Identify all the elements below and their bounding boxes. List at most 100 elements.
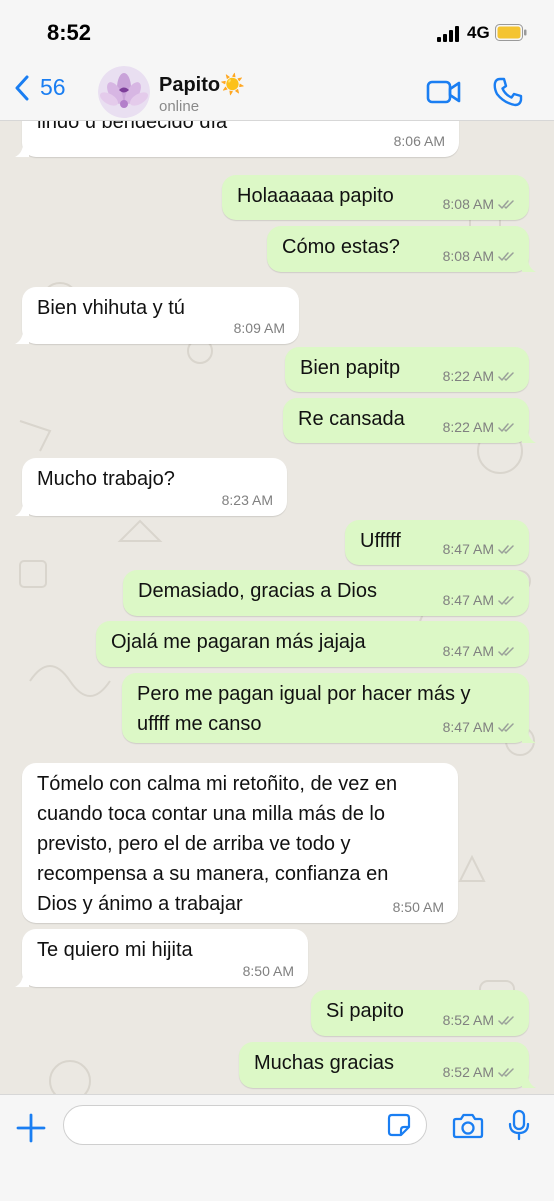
- avatar[interactable]: [98, 66, 150, 118]
- message-text: Bien papitp: [300, 357, 401, 379]
- double-check-icon: [498, 722, 514, 732]
- bubble-tail: [15, 973, 29, 987]
- contact-name[interactable]: Papito☀️: [159, 72, 245, 97]
- message-meta: 8:47 AM: [443, 541, 517, 557]
- message-meta: 8:47 AM: [443, 592, 517, 608]
- message-time: 8:08 AM: [442, 196, 494, 212]
- bubble-tail: [522, 1074, 536, 1088]
- message-meta: 8:52 AM: [443, 1012, 517, 1028]
- double-check-icon: [498, 595, 514, 605]
- message-time: 8:52 AM: [442, 1064, 494, 1080]
- bubble-tail: [15, 502, 29, 516]
- message-text: Ufffff: [360, 530, 401, 552]
- message-list[interactable]: lindo u bendecido día 8:06 AM Holaaaaaa pa…: [0, 121, 554, 1094]
- message-meta: 8:22 AM: [443, 419, 517, 435]
- outgoing-message[interactable]: Bien papitp 8:22 AM: [285, 347, 529, 392]
- message-time: 8:50 AM: [242, 963, 294, 979]
- message-meta: 8:50 AM: [393, 899, 444, 915]
- outgoing-message[interactable]: Muchas gracias 8:52 AM: [239, 1042, 536, 1088]
- message-input[interactable]: [63, 1105, 427, 1145]
- outgoing-message[interactable]: Si papito 8:52 AM: [311, 990, 529, 1036]
- message-text: Re cansada: [298, 408, 405, 430]
- camera-icon[interactable]: [452, 1113, 484, 1139]
- message-text: Si papito: [326, 1000, 404, 1022]
- chevron-left-icon: [15, 75, 29, 100]
- sticker-icon[interactable]: [387, 1113, 411, 1137]
- message-text: Bien vhihuta y tú: [37, 297, 185, 319]
- bubble-tail: [522, 258, 536, 272]
- message-time: 8:47 AM: [442, 643, 494, 659]
- bubble-tail: [15, 330, 29, 344]
- unread-count: 56: [40, 74, 66, 100]
- message-text: Tómelo con calma mi retoñito, de vez en …: [37, 773, 398, 915]
- message-text: Demasiado, gracias a Dios: [138, 580, 377, 602]
- incoming-message[interactable]: lindo u bendecido día 8:06 AM: [15, 121, 459, 157]
- message-text: Ojalá me pagaran más jajaja: [111, 631, 366, 653]
- double-check-icon: [498, 422, 514, 432]
- sun-emoji: ☀️: [220, 74, 246, 96]
- message-time: 8:52 AM: [442, 1012, 494, 1028]
- message-time: 8:50 AM: [392, 899, 444, 915]
- message-time: 8:23 AM: [221, 492, 273, 508]
- composer: [0, 1094, 554, 1201]
- double-check-icon: [498, 251, 514, 261]
- message-text: lindo u bendecido día: [37, 121, 228, 133]
- message-text: Muchas gracias: [254, 1052, 395, 1074]
- incoming-message[interactable]: Te quiero mi hijita 8:50 AM: [15, 929, 308, 987]
- message-time: 8:47 AM: [442, 541, 494, 557]
- message-text: Pero me pagan igual por hacer más y ufff…: [137, 683, 471, 735]
- message-meta: 8:47 AM: [443, 643, 517, 659]
- double-check-icon: [498, 1067, 514, 1077]
- outgoing-message[interactable]: Pero me pagan igual por hacer más y ufff…: [122, 673, 536, 743]
- plus-icon[interactable]: [14, 1111, 48, 1145]
- network-type: 4G: [467, 23, 490, 42]
- incoming-message[interactable]: Tómelo con calma mi retoñito, de vez en …: [22, 763, 458, 923]
- double-check-icon: [498, 646, 514, 656]
- message-time: 8:47 AM: [442, 592, 494, 608]
- incoming-message[interactable]: Mucho trabajo? 8:23 AM: [15, 458, 287, 516]
- outgoing-message[interactable]: Holaaaaaa papito 8:08 AM: [222, 175, 529, 220]
- outgoing-message[interactable]: Demasiado, gracias a Dios 8:47 AM: [123, 570, 529, 616]
- message-meta: 8:08 AM: [443, 196, 517, 212]
- message-meta: 8:09 AM: [234, 320, 285, 336]
- battery-icon: [495, 24, 527, 41]
- message-text: Mucho trabajo?: [37, 468, 175, 490]
- message-meta: 8:06 AM: [394, 133, 445, 149]
- message-time: 8:22 AM: [442, 368, 494, 384]
- contact-status: online: [159, 98, 200, 115]
- message-time: 8:08 AM: [442, 248, 494, 264]
- status-time: 8:52: [47, 20, 92, 45]
- message-meta: 8:52 AM: [443, 1064, 517, 1080]
- message-time: 8:09 AM: [233, 320, 285, 336]
- contact-name-text: Papito: [159, 74, 221, 96]
- message-text: Te quiero mi hijita: [37, 939, 193, 961]
- double-check-icon: [498, 199, 514, 209]
- status-bar: 8:52 4G: [0, 0, 554, 66]
- message-time: 8:47 AM: [442, 719, 494, 735]
- message-meta: 8:08 AM: [443, 248, 517, 264]
- bubble-tail: [15, 143, 29, 157]
- back-button[interactable]: 56: [14, 74, 66, 101]
- microphone-icon[interactable]: [508, 1109, 530, 1141]
- outgoing-message[interactable]: Re cansada 8:22 AM: [283, 398, 536, 443]
- incoming-message[interactable]: Bien vhihuta y tú 8:09 AM: [15, 287, 299, 344]
- message-meta: 8:47 AM: [443, 719, 517, 735]
- double-check-icon: [498, 1015, 514, 1025]
- message-time: 8:06 AM: [393, 133, 445, 149]
- chat-header: 56 Papito☀️ online: [0, 66, 554, 121]
- message-text: Holaaaaaa papito: [237, 185, 394, 207]
- message-meta: 8:50 AM: [243, 963, 294, 979]
- double-check-icon: [498, 371, 514, 381]
- message-text: Cómo estas?: [282, 236, 400, 258]
- message-meta: 8:22 AM: [443, 368, 517, 384]
- outgoing-message[interactable]: Ojalá me pagaran más jajaja 8:47 AM: [96, 621, 529, 667]
- double-check-icon: [498, 544, 514, 554]
- message-time: 8:22 AM: [442, 419, 494, 435]
- outgoing-message[interactable]: Ufffff 8:47 AM: [345, 520, 529, 565]
- phone-call-icon[interactable]: [492, 76, 524, 108]
- bubble-tail: [522, 729, 536, 743]
- video-call-icon[interactable]: [426, 78, 462, 106]
- outgoing-message[interactable]: Cómo estas? 8:08 AM: [267, 226, 536, 272]
- message-meta: 8:23 AM: [222, 492, 273, 508]
- signal-icon: [437, 26, 463, 42]
